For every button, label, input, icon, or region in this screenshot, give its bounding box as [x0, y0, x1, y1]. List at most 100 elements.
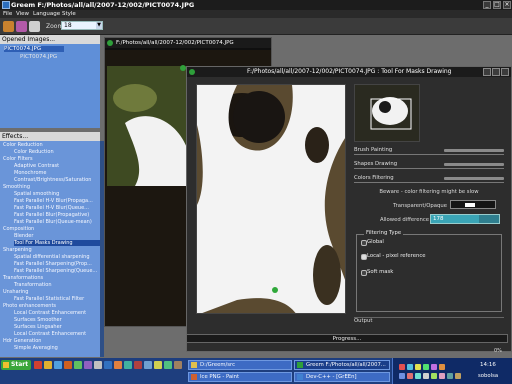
effect-item[interactable]: Local Contrast Enhancement — [14, 331, 86, 337]
effect-item[interactable]: Adaptive Contrast — [14, 163, 59, 169]
effect-category[interactable]: Photo enhancements — [3, 303, 56, 309]
effect-item[interactable]: Spatial differential sharpening — [14, 254, 90, 260]
effect-item[interactable]: Simple Averaging — [14, 345, 58, 351]
tray-icon[interactable] — [447, 373, 453, 379]
quicklaunch-icon[interactable] — [134, 361, 142, 369]
section-label: Brush Painting — [354, 147, 393, 153]
opened-image-item[interactable]: PICT0074.JPG — [20, 54, 57, 60]
taskbar-item-src[interactable]: D:/Greem/src — [188, 360, 292, 370]
effect-category[interactable]: Smoothing — [3, 184, 30, 190]
effect-item[interactable]: Surfaces Smoother — [14, 317, 62, 323]
section-shapes-drawing[interactable]: Shapes Drawing — [354, 161, 504, 169]
quicklaunch-icon[interactable] — [104, 361, 112, 369]
menu-view[interactable]: View — [16, 11, 29, 17]
start-button[interactable]: Start — [1, 360, 31, 370]
open-folder-icon[interactable] — [3, 21, 14, 32]
app-title: Greem F:/Photos/all/all/2007-12/002/PICT… — [11, 1, 195, 9]
effect-item[interactable]: Spatial smoothing — [14, 191, 59, 197]
effect-item[interactable]: Blender — [14, 233, 33, 239]
tray-icon[interactable] — [399, 364, 405, 370]
quicklaunch-icon[interactable] — [84, 361, 92, 369]
quicklaunch-icon[interactable] — [124, 361, 132, 369]
taskbar-item-greem[interactable]: Greem F:/Photos/all/all/2007... — [294, 360, 390, 370]
quicklaunch-icon[interactable] — [74, 361, 82, 369]
effects-icon[interactable] — [16, 21, 27, 32]
tool-minimize-button[interactable] — [483, 68, 491, 76]
effect-item[interactable]: Fast Parallel Blur(Propagative) — [14, 212, 89, 218]
masked-photo — [197, 85, 345, 313]
taskbar-item-label: Greem F:/Photos/all/all/2007... — [306, 362, 386, 368]
tray-icon[interactable] — [423, 373, 429, 379]
effects-list: Color Reduction Color Reduction Color Fi… — [0, 141, 100, 357]
effect-item[interactable]: Fast Parallel Blur(Queue-mean) — [14, 219, 92, 225]
taskbar-item-devcpp[interactable]: Dev-C++ - [GrEEn] — [294, 372, 390, 382]
quicklaunch-icon[interactable] — [94, 361, 102, 369]
tray-icon[interactable] — [415, 373, 421, 379]
close-button[interactable]: × — [503, 1, 511, 9]
menu-language[interactable]: Language — [33, 11, 60, 17]
transparent-opaque-toggle[interactable] — [450, 200, 496, 209]
maximize-button[interactable]: □ — [493, 1, 501, 9]
quicklaunch-icon[interactable] — [164, 361, 172, 369]
effect-category[interactable]: Unsharing — [3, 289, 28, 295]
effect-item[interactable]: Color Reduction — [14, 149, 54, 155]
menu-bar: File View Language Style — [0, 10, 512, 18]
effect-category[interactable]: Color Filters — [3, 156, 33, 162]
quicklaunch-icon[interactable] — [114, 361, 122, 369]
menu-file[interactable]: File — [3, 11, 12, 17]
quicklaunch-icon[interactable] — [34, 361, 42, 369]
effect-item[interactable]: Surfaces Lingsaher — [14, 324, 62, 330]
quicklaunch-icon[interactable] — [54, 361, 62, 369]
minimize-button[interactable]: _ — [483, 1, 491, 9]
filtering-warning: Beware - color filtering might be slow — [379, 189, 479, 195]
effect-item-selected[interactable]: Tool For Masks Drawing — [14, 240, 100, 246]
progress-percent: 0% — [494, 348, 502, 354]
effect-item[interactable]: Contrast/Brightness/Saturation — [14, 177, 91, 183]
section-brush-painting[interactable]: Brush Painting — [354, 147, 504, 155]
quicklaunch-icon[interactable] — [44, 361, 52, 369]
mask-canvas[interactable] — [196, 84, 346, 314]
tool-maximize-button[interactable] — [492, 68, 500, 76]
effect-item[interactable]: Transformation — [14, 282, 52, 288]
effect-item[interactable]: Fast Parallel Statistical Filter — [14, 296, 84, 302]
opened-image-item[interactable]: PICT0074.JPG — [4, 46, 64, 52]
tray-icon[interactable] — [407, 364, 413, 370]
tray-icon[interactable] — [431, 373, 437, 379]
effect-item[interactable]: Fast Parallel Sharpening(Prop... — [14, 261, 92, 267]
effect-category[interactable]: Transformations — [3, 275, 43, 281]
section-colors-filtering[interactable]: Colors Filtering — [354, 175, 504, 183]
taskbar-item-paint[interactable]: Ice PNG - Paint — [188, 372, 292, 382]
windows-logo-icon — [3, 362, 9, 368]
tray-icon[interactable] — [415, 364, 421, 370]
tray-icon[interactable] — [399, 373, 405, 379]
tool-close-button[interactable] — [501, 68, 509, 76]
effect-category[interactable]: Sharpening — [3, 247, 32, 253]
save-icon[interactable] — [29, 21, 40, 32]
effect-item[interactable]: Fast Parallel H-V Blur(Queue... — [14, 205, 89, 211]
effect-category[interactable]: Composition — [3, 226, 34, 232]
zoom-dropdown-icon[interactable]: ▼ — [96, 22, 102, 29]
tray-icon[interactable] — [423, 364, 429, 370]
section-collapse-bar — [444, 163, 504, 166]
tray-icon[interactable] — [431, 364, 437, 370]
effect-item[interactable]: Monochrome — [14, 170, 46, 176]
tray-icon[interactable] — [455, 373, 461, 379]
tray-icon[interactable] — [407, 373, 413, 379]
tray-icon[interactable] — [439, 364, 445, 370]
effect-category[interactable]: Color Reduction — [3, 142, 43, 148]
allowed-difference-slider[interactable]: 178 — [430, 214, 500, 224]
effect-item[interactable]: Fast Parallel Sharpening(Queue... — [14, 268, 97, 274]
quicklaunch-icon[interactable] — [174, 361, 182, 369]
effect-item[interactable]: Local Contrast Enhancement — [14, 310, 86, 316]
quicklaunch-icon[interactable] — [154, 361, 162, 369]
window-icon — [107, 40, 113, 46]
tray-icon[interactable] — [439, 373, 445, 379]
quicklaunch-icon[interactable] — [64, 361, 72, 369]
menu-style[interactable]: Style — [62, 11, 76, 17]
effect-item[interactable]: Fast Parallel H-V Blur(Propaga... — [14, 198, 93, 204]
allowed-difference-label: Allowed difference — [379, 217, 429, 223]
greem-app-icon — [297, 362, 303, 368]
effect-category[interactable]: Hdr Generation — [3, 338, 41, 344]
quicklaunch-icon[interactable] — [144, 361, 152, 369]
section-output[interactable]: Output — [354, 317, 504, 325]
